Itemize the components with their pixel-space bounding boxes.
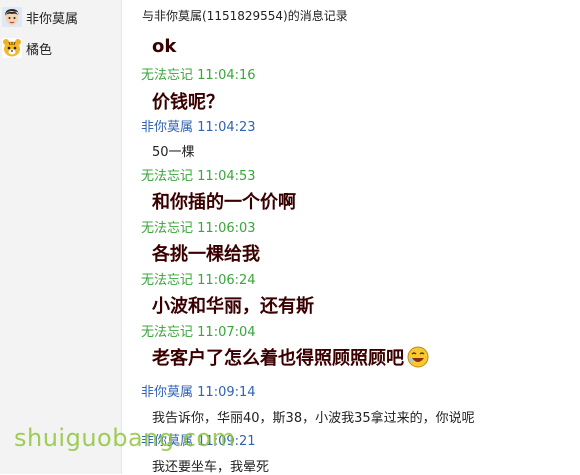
contact-name: 橘色	[26, 42, 53, 58]
message-time: 11:04:16	[197, 68, 256, 83]
cartoon-face-avatar	[2, 7, 22, 27]
message-header: 非你莫属 11:04:23	[141, 116, 256, 135]
contact-item[interactable]: 橘色	[0, 33, 122, 63]
message-time: 11:09:14	[197, 385, 256, 400]
message-header: 无法忘记 11:04:16	[141, 64, 256, 83]
contact-name: 非你莫属	[26, 11, 79, 27]
sender-name: 无法忘记	[141, 68, 194, 83]
history-title: 与非你莫属(1151829554)的消息记录	[142, 9, 348, 23]
sender-name: 无法忘记	[141, 273, 194, 288]
site-watermark: shuiguobang.com	[14, 424, 236, 452]
message-time: 11:06:03	[197, 221, 256, 236]
message-text: 50一棵	[152, 145, 195, 160]
message-text: 老客户了怎么着也得照顾照顾吧	[152, 348, 404, 369]
contact-item[interactable]: 非你莫属	[0, 2, 122, 32]
message-time: 11:04:53	[197, 169, 256, 184]
tiger-avatar	[2, 38, 22, 58]
message-text: 和你插的一个价啊	[152, 192, 296, 213]
laughing-emoji-icon	[406, 345, 430, 374]
sender-name: 非你莫属	[141, 385, 194, 400]
message-text: 价钱呢？	[152, 92, 224, 113]
message-text: ok	[152, 36, 177, 57]
message-header: 无法忘记 11:06:24	[141, 269, 256, 288]
sender-name: 非你莫属	[141, 120, 194, 135]
contact-sidebar: 非你莫属 橘色	[0, 0, 122, 474]
message-header: 无法忘记 11:07:04	[141, 321, 256, 340]
sender-name: 无法忘记	[141, 221, 194, 236]
message-time: 11:06:24	[197, 273, 256, 288]
message-time: 11:04:23	[197, 120, 256, 135]
message-text: 小波和华丽，还有斯	[152, 296, 314, 317]
sender-name: 无法忘记	[141, 169, 194, 184]
message-text: 各挑一棵给我	[152, 244, 260, 265]
message-row: 老客户了怎么着也得照顾照顾吧	[152, 344, 430, 374]
message-header: 无法忘记 11:04:53	[141, 165, 256, 184]
message-history-panel: 与非你莫属(1151829554)的消息记录 ok 无法忘记 11:04:16 …	[122, 0, 580, 475]
sender-name: 无法忘记	[141, 325, 194, 340]
message-text: 我还要坐车，我晕死	[152, 460, 270, 475]
message-header: 无法忘记 11:06:03	[141, 217, 256, 236]
message-time: 11:07:04	[197, 325, 256, 340]
message-header: 非你莫属 11:09:14	[141, 381, 256, 400]
